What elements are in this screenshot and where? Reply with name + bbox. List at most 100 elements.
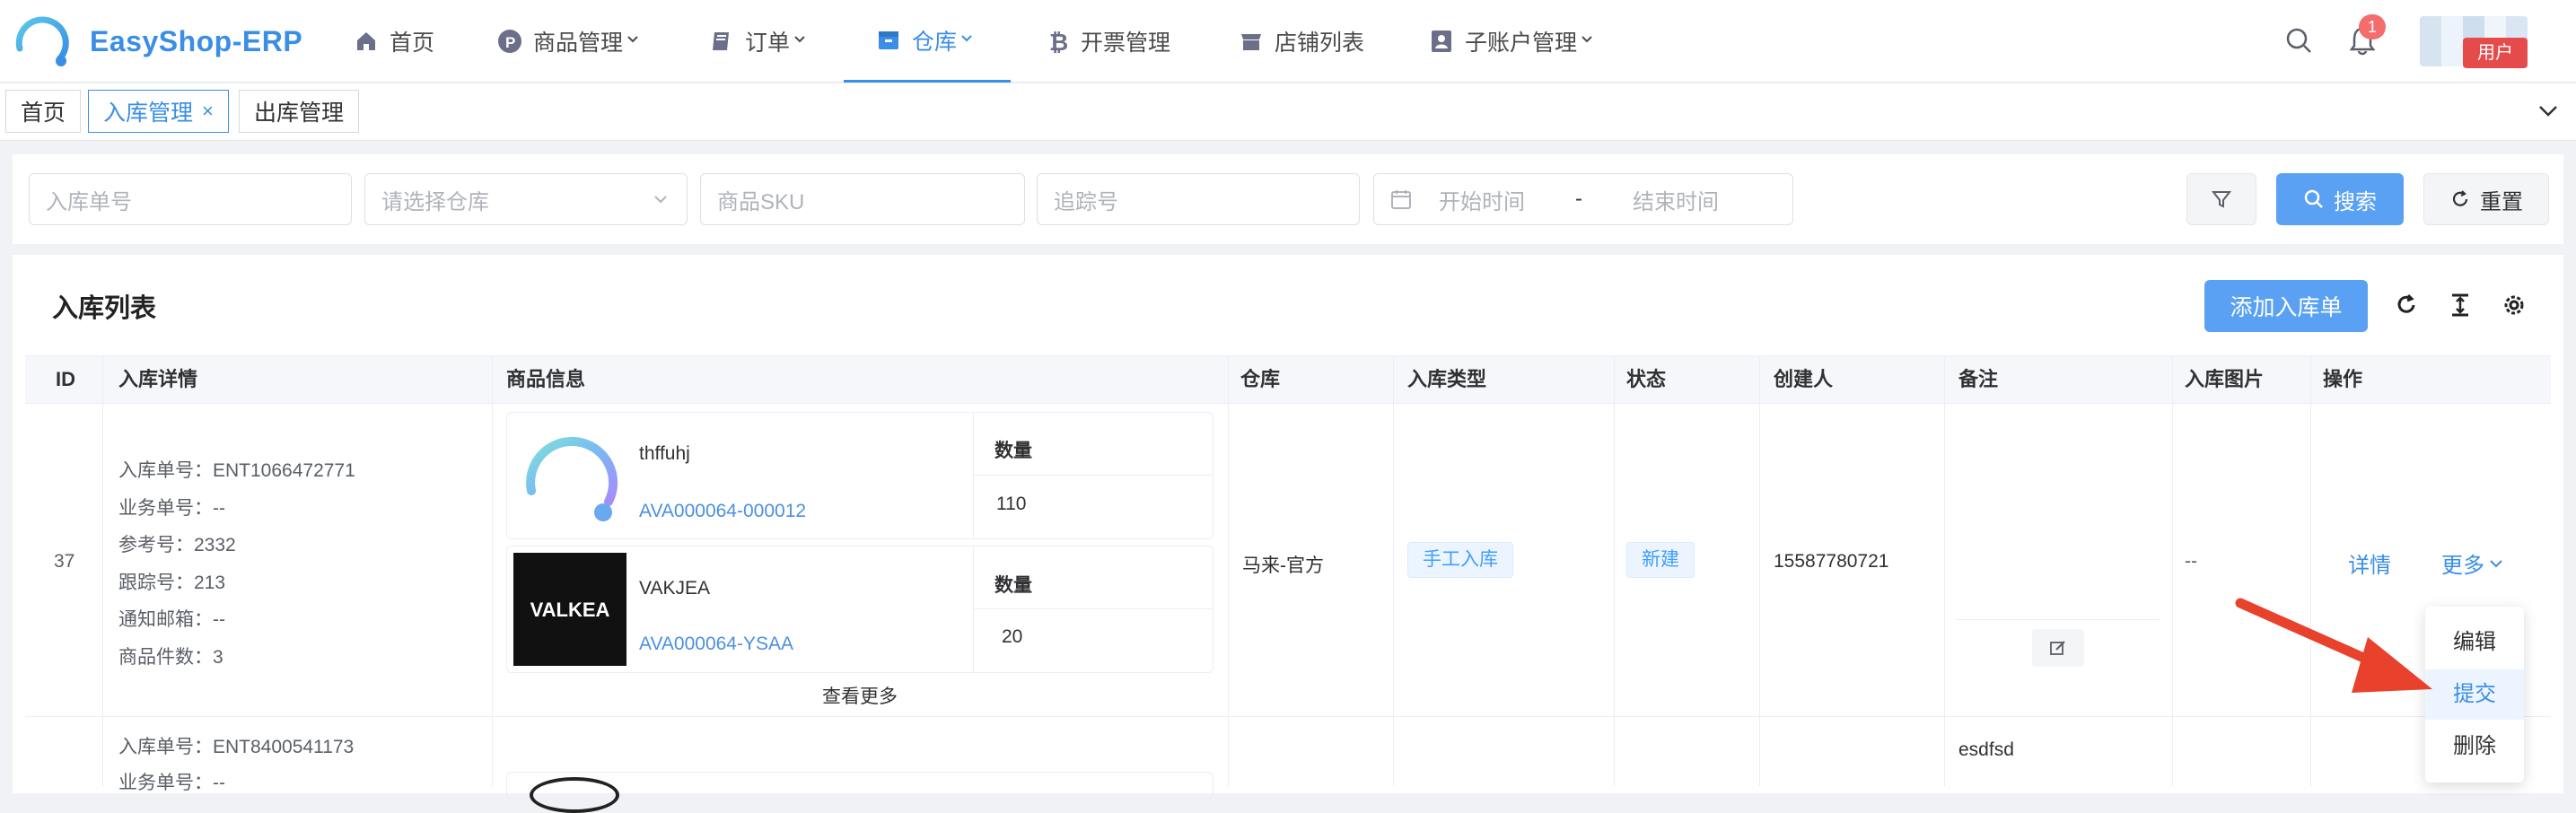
chevron-down-icon[interactable] xyxy=(2537,99,2560,122)
column-divider xyxy=(1759,355,1760,786)
tab-inbound[interactable]: 入库管理 × xyxy=(88,90,229,133)
inbound-no-input[interactable]: 入库单号 xyxy=(29,173,352,225)
sub-account-icon xyxy=(1432,31,1451,52)
search-icon[interactable] xyxy=(2285,27,2312,54)
search-button-label: 搜索 xyxy=(2334,189,2377,214)
column-divider xyxy=(1614,355,1615,786)
nav-item-label: 首页 xyxy=(390,31,435,56)
nav-item-label: 开票管理 xyxy=(1081,31,1171,56)
svg-text:VALKEA: VALKEA xyxy=(530,599,610,621)
column-header-actions: 操作 xyxy=(2323,368,2363,390)
chevron-down-icon xyxy=(654,196,667,204)
column-header-creator: 创建人 xyxy=(1774,368,1834,390)
add-inbound-button[interactable]: 添加入库单 xyxy=(2204,280,2368,332)
edit-remark-button[interactable] xyxy=(2032,629,2084,667)
column-divider xyxy=(1393,355,1394,786)
card-divider xyxy=(973,475,1212,476)
refresh-icon[interactable] xyxy=(2393,292,2420,319)
inbound-type-tag: 手工入库 xyxy=(1407,542,1513,578)
product-sku-link[interactable]: AVA000064-000012 xyxy=(639,501,806,522)
detail-link[interactable]: 详情 xyxy=(2348,547,2391,579)
calendar-icon xyxy=(1391,190,1411,209)
more-actions-menu: 编辑 提交 删除 xyxy=(2425,607,2524,782)
nav-item-sub-accounts[interactable]: 子账户管理 xyxy=(1429,0,1593,83)
column-header-remark: 备注 xyxy=(1958,368,1999,390)
remark-text: esdfsd xyxy=(1958,739,2014,760)
product-name: VAKJEA xyxy=(639,578,710,599)
quantity-label: 数量 xyxy=(994,441,1032,461)
column-header-id: ID xyxy=(56,368,75,390)
column-divider xyxy=(1228,355,1229,786)
more-label: 更多 xyxy=(2441,554,2484,578)
column-divider xyxy=(2310,355,2311,786)
funnel-icon xyxy=(2211,191,2232,208)
nav-item-products[interactable]: P 商品管理 xyxy=(497,0,639,83)
user-role-tag[interactable]: 用户 xyxy=(2463,38,2528,68)
tab-label: 出库管理 xyxy=(254,101,345,126)
column-header-image: 入库图片 xyxy=(2185,368,2265,390)
svg-text:P: P xyxy=(505,34,515,51)
column-height-icon[interactable] xyxy=(2447,292,2474,319)
nav-item-label: 商品管理 xyxy=(533,31,624,56)
warehouse-box-icon xyxy=(879,31,898,49)
svg-text:₿: ₿ xyxy=(1049,30,1068,54)
tab-outbound[interactable]: 出库管理 xyxy=(239,90,360,133)
chevron-down-icon xyxy=(627,36,638,43)
app-name[interactable]: EasyShop-ERP xyxy=(90,25,302,58)
quantity-label: 数量 xyxy=(994,575,1032,596)
product-name: thffuhj xyxy=(639,443,690,464)
end-placeholder: 结束时间 xyxy=(1633,189,1719,214)
column-header-type: 入库类型 xyxy=(1407,368,1487,390)
product-image[interactable] xyxy=(513,419,626,532)
product-sku-link[interactable]: AVA000064-YSAA xyxy=(639,634,793,655)
date-range-picker[interactable]: 开始时间 - 结束时间 xyxy=(1373,173,1793,225)
placeholder: 请选择仓库 xyxy=(381,189,489,214)
app-logo-icon[interactable] xyxy=(11,13,74,70)
column-divider xyxy=(2172,355,2173,786)
column-header-warehouse: 仓库 xyxy=(1240,368,1281,390)
menu-item-edit[interactable]: 编辑 xyxy=(2425,617,2524,668)
tab-label: 入库管理 xyxy=(103,101,194,126)
tab-home[interactable]: 首页 xyxy=(5,90,82,133)
nav-item-label: 仓库 xyxy=(912,29,958,55)
close-icon[interactable]: × xyxy=(202,100,214,123)
nav-item-label: 子账户管理 xyxy=(1465,31,1578,56)
tracking-input[interactable]: 追踪号 xyxy=(1037,173,1360,225)
nav-item-shops[interactable]: 店铺列表 xyxy=(1239,0,1364,83)
detail-business-no: 业务单号：-- xyxy=(118,773,225,793)
menu-item-submit[interactable]: 提交 xyxy=(2425,669,2524,720)
column-divider xyxy=(102,355,103,786)
nav-item-orders[interactable]: 订单 xyxy=(709,0,806,83)
range-separator: - xyxy=(1575,187,1582,211)
nav-item-home[interactable]: 首页 xyxy=(354,0,434,83)
detail-item-count: 商品件数：3 xyxy=(118,647,223,668)
remark-divider xyxy=(1957,619,2160,620)
sku-input[interactable]: 商品SKU xyxy=(700,173,1025,225)
warehouse-name: 马来-官方 xyxy=(1242,555,1324,576)
column-header-product: 商品信息 xyxy=(506,368,586,390)
notification-badge: 1 xyxy=(2359,14,2386,39)
start-placeholder: 开始时间 xyxy=(1439,189,1525,214)
chevron-down-icon xyxy=(794,36,805,43)
product-image[interactable]: VALKEA xyxy=(513,553,626,666)
warehouse-select[interactable]: 请选择仓库 xyxy=(364,173,688,225)
placeholder: 商品SKU xyxy=(717,189,805,214)
placeholder: 入库单号 xyxy=(46,189,132,214)
annotation-arrow-icon xyxy=(2235,598,2432,693)
card-divider xyxy=(973,413,974,538)
reset-button[interactable]: 重置 xyxy=(2423,173,2549,225)
menu-item-delete[interactable]: 删除 xyxy=(2425,721,2524,772)
view-more-products-link[interactable]: 查看更多 xyxy=(822,682,898,709)
nav-item-warehouse[interactable]: 仓库 xyxy=(844,0,1011,83)
product-image[interactable] xyxy=(530,777,619,813)
settings-gear-icon[interactable] xyxy=(2501,292,2528,319)
search-button[interactable]: 搜索 xyxy=(2276,173,2404,225)
edit-icon xyxy=(2050,641,2065,655)
card-divider xyxy=(973,608,1212,609)
nav-item-invoice[interactable]: ₿ 开票管理 xyxy=(1045,0,1170,83)
more-actions-dropdown[interactable]: 更多 xyxy=(2441,547,2504,579)
home-icon xyxy=(357,32,375,50)
product-p-icon: P xyxy=(498,30,521,53)
filter-toggle-button[interactable] xyxy=(2186,173,2256,225)
tabs-bar xyxy=(0,83,2576,141)
